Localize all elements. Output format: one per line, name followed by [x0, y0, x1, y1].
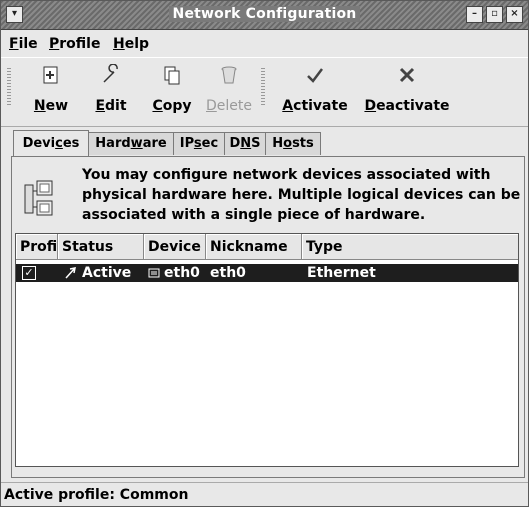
menu-profile[interactable]: Profile [49, 36, 100, 52]
wrench-icon [91, 63, 131, 88]
column-header-type[interactable]: Type [302, 234, 518, 260]
trash-icon [201, 64, 257, 88]
tab-ipsec[interactable]: IPsec [173, 132, 225, 155]
type-cell: Ethernet [307, 265, 376, 281]
minimize-button[interactable]: – [466, 6, 483, 23]
close-icon: × [510, 8, 519, 19]
device-cell: eth0 [164, 265, 200, 281]
nickname-cell: eth0 [210, 265, 246, 281]
tab-hardware[interactable]: Hardware [88, 132, 174, 155]
activate-button[interactable]: Activate [281, 64, 349, 114]
deactivate-button[interactable]: Deactivate [363, 64, 451, 114]
column-header-device[interactable]: Device [144, 234, 206, 260]
toolbar-separator [261, 68, 265, 106]
maximize-button[interactable]: ▫ [486, 6, 503, 23]
delete-button[interactable]: Delete [201, 64, 257, 114]
table-row[interactable]: ✓ Active eth0 eth0 Ethernet [16, 264, 518, 282]
edit-button[interactable]: Edit [91, 63, 131, 114]
column-header-nickname[interactable]: Nickname [206, 234, 302, 260]
devices-list[interactable]: Profi Status Device Nickname Type ✓ Acti… [15, 233, 519, 467]
maximize-icon: ▫ [491, 8, 498, 19]
column-header-status[interactable]: Status [58, 234, 144, 260]
menu-file[interactable]: File [9, 36, 38, 52]
copy-button[interactable]: Copy [147, 64, 197, 114]
toolbar: New Edit Copy Delete Activate Deactivate [1, 57, 528, 127]
tab-hosts[interactable]: Hosts [265, 132, 321, 155]
check-icon [281, 64, 349, 88]
network-configuration-window: ▾ Network Configuration – ▫ × File Profi… [0, 0, 529, 507]
active-status-icon [64, 264, 78, 285]
tab-devices[interactable]: Devices [13, 130, 89, 156]
menu-bar: File Profile Help [1, 30, 528, 56]
status-bar: Active profile: Common [1, 482, 528, 506]
ethernet-device-icon [148, 264, 162, 285]
title-bar[interactable]: ▾ Network Configuration – ▫ × [1, 1, 528, 30]
menu-help[interactable]: Help [113, 36, 149, 52]
tab-dns[interactable]: DNS [224, 132, 266, 155]
close-button[interactable]: × [506, 6, 523, 23]
column-header-profile[interactable]: Profi [16, 234, 58, 260]
status-cell: Active [82, 265, 132, 281]
info-description: You may configure network devices associ… [82, 167, 521, 223]
network-devices-icon [24, 179, 53, 219]
new-button[interactable]: New [31, 64, 71, 114]
new-icon [31, 64, 71, 88]
toolbar-grip[interactable] [7, 68, 11, 106]
minimize-icon: – [472, 8, 477, 19]
profile-checkbox[interactable]: ✓ [22, 266, 36, 280]
x-icon [363, 64, 451, 88]
window-title: Network Configuration [1, 6, 528, 22]
copy-icon [147, 64, 197, 88]
